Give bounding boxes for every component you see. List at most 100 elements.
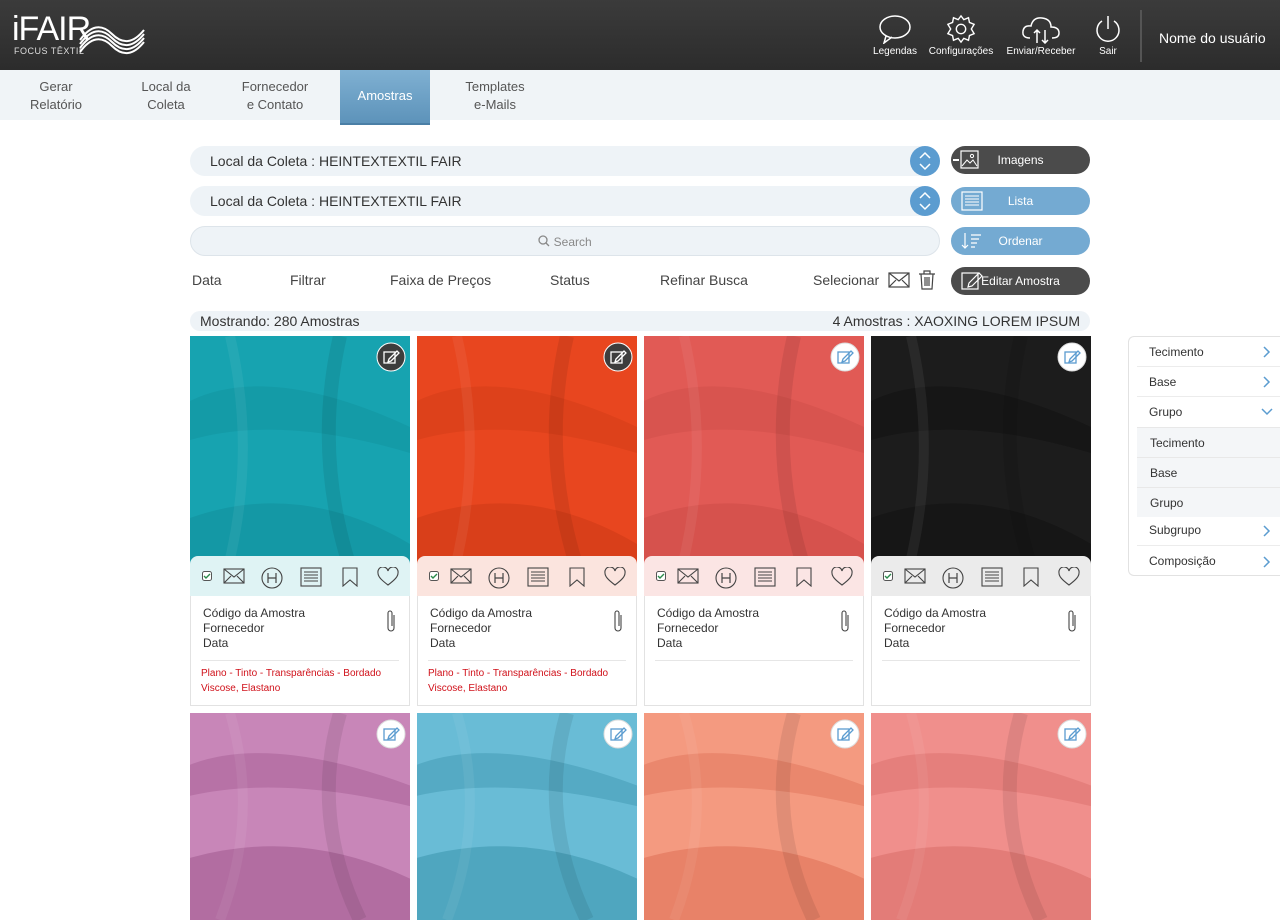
sidebar-item-label: Base — [1149, 375, 1177, 389]
heart-icon[interactable] — [377, 567, 399, 587]
sidebar-item-subgrupo[interactable]: Subgrupo — [1149, 523, 1201, 537]
enviar-receber-button[interactable]: Enviar/Receber — [1004, 14, 1078, 64]
edit-sample-icon[interactable] — [1057, 719, 1087, 749]
power-icon — [1096, 16, 1120, 42]
checkbox-checked-icon[interactable] — [202, 571, 212, 581]
header-divider — [1140, 10, 1142, 62]
sample-action-bar — [644, 556, 864, 596]
sample-tags-line1: Plano - Tinto - Transparências - Bordado — [201, 668, 382, 679]
list-icon[interactable] — [300, 567, 322, 587]
tab-local-da-coleta[interactable]: Local da Coleta — [126, 70, 206, 120]
sidebar-subitem-tecimento[interactable]: Tecimento — [1137, 427, 1280, 457]
sample-card[interactable]: Código da Amostra Fornecedor Data — [871, 336, 1091, 706]
tab-fornecedor-contato[interactable]: Fornecedor e Contato — [232, 70, 318, 120]
paperclip-icon[interactable] — [1066, 608, 1078, 634]
chevron-down-icon[interactable] — [1260, 407, 1274, 417]
heart-icon[interactable] — [1058, 567, 1080, 587]
tab-amostras[interactable]: Amostras — [340, 70, 430, 125]
local-coleta-select-2[interactable]: Local da Coleta : HEINTEXTEXTIL FAIR — [190, 186, 940, 216]
edit-sample-icon[interactable] — [376, 342, 406, 372]
user-name[interactable]: Nome do usuário — [1159, 30, 1266, 46]
sample-card[interactable]: Código da Amostra Fornecedor Data — [644, 336, 864, 706]
configuracoes-label: Configurações — [928, 46, 994, 57]
lista-button[interactable]: Lista — [951, 187, 1090, 215]
ifair-logo[interactable]: iFAIR FOCUS TÊXTIL — [12, 12, 152, 60]
bookmark-icon[interactable] — [567, 567, 587, 587]
edit-sample-icon[interactable] — [830, 719, 860, 749]
list-icon[interactable] — [981, 567, 1003, 587]
image-gallery-icon — [953, 150, 979, 169]
bookmark-icon[interactable] — [1021, 567, 1041, 587]
envelope-icon[interactable] — [677, 567, 699, 585]
local-coleta-select-1[interactable]: Local da Coleta : HEINTEXTEXTIL FAIR — [190, 146, 940, 176]
sample-details: Código da Amostra Fornecedor Data — [871, 596, 1091, 706]
sample-card[interactable] — [190, 713, 410, 920]
sample-card[interactable] — [871, 713, 1091, 920]
h-circle-icon[interactable] — [261, 567, 283, 589]
sample-code: Código da Amostra — [430, 606, 533, 620]
editar-amostra-button[interactable]: Editar Amostra — [951, 267, 1090, 295]
sidebar-subitem-base[interactable]: Base — [1137, 457, 1280, 487]
filter-filtrar[interactable]: Filtrar — [290, 272, 326, 288]
edit-sample-icon[interactable] — [603, 342, 633, 372]
sidebar-item-base[interactable]: Base — [1149, 375, 1176, 389]
enviar-receber-label: Enviar/Receber — [1006, 46, 1076, 57]
search-input[interactable]: Search — [190, 226, 940, 256]
configuracoes-button[interactable]: Configurações — [926, 14, 996, 64]
list-icon[interactable] — [754, 567, 776, 587]
sidebar-subitem-grupo[interactable]: Grupo — [1137, 487, 1280, 517]
tab-templates-emails[interactable]: Templates e-Mails — [455, 70, 535, 120]
sidebar-item-composicao[interactable]: Composição — [1149, 554, 1216, 568]
checkbox-checked-icon[interactable] — [656, 571, 666, 581]
imagens-button[interactable]: Imagens — [951, 146, 1090, 174]
paperclip-icon[interactable] — [385, 608, 397, 634]
list-icon — [961, 191, 983, 211]
filter-selecionar[interactable]: Selecionar — [813, 272, 879, 288]
paperclip-icon[interactable] — [612, 608, 624, 634]
sample-card[interactable]: Código da Amostra Fornecedor Data Plano … — [417, 336, 637, 706]
envelope-icon[interactable] — [904, 567, 926, 585]
h-circle-icon[interactable] — [715, 567, 737, 589]
updown-chevron-icon[interactable] — [910, 186, 940, 216]
updown-chevron-icon[interactable] — [910, 146, 940, 176]
tab-gerar-relatorio[interactable]: Gerar Relatório — [16, 70, 96, 120]
chevron-right-icon[interactable] — [1262, 375, 1272, 389]
sample-card[interactable] — [417, 713, 637, 920]
wave-logo-icon — [79, 26, 145, 54]
legendas-button[interactable]: Legendas — [870, 14, 920, 64]
filter-faixa-precos[interactable]: Faixa de Preços — [390, 272, 491, 288]
sidebar-item-grupo[interactable]: Grupo — [1149, 405, 1182, 419]
filter-refinar-busca[interactable]: Refinar Busca — [660, 272, 748, 288]
sample-details: Código da Amostra Fornecedor Data Plano … — [190, 596, 410, 706]
sample-code: Código da Amostra — [657, 606, 760, 620]
heart-icon[interactable] — [604, 567, 626, 587]
filter-status[interactable]: Status — [550, 272, 590, 288]
list-icon[interactable] — [527, 567, 549, 587]
sample-card[interactable]: Código da Amostra Fornecedor Data Plano … — [190, 336, 410, 706]
envelope-icon[interactable] — [223, 567, 245, 585]
trash-icon[interactable] — [918, 270, 936, 290]
edit-sample-icon[interactable] — [1057, 342, 1087, 372]
envelope-icon[interactable] — [888, 271, 910, 289]
sample-date: Data — [884, 636, 910, 650]
ordenar-button[interactable]: Ordenar — [951, 227, 1090, 255]
h-circle-icon[interactable] — [942, 567, 964, 589]
bookmark-icon[interactable] — [340, 567, 360, 587]
heart-icon[interactable] — [831, 567, 853, 587]
sidebar-item-tecimento[interactable]: Tecimento — [1149, 345, 1204, 359]
checkbox-checked-icon[interactable] — [883, 571, 893, 581]
filter-data[interactable]: Data — [192, 272, 222, 288]
checkbox-checked-icon[interactable] — [429, 571, 439, 581]
sample-card[interactable] — [644, 713, 864, 920]
sair-button[interactable]: Sair — [1090, 14, 1126, 64]
paperclip-icon[interactable] — [839, 608, 851, 634]
bookmark-icon[interactable] — [794, 567, 814, 587]
envelope-icon[interactable] — [450, 567, 472, 585]
edit-sample-icon[interactable] — [830, 342, 860, 372]
h-circle-icon[interactable] — [488, 567, 510, 589]
edit-sample-icon[interactable] — [603, 719, 633, 749]
chevron-right-icon[interactable] — [1262, 345, 1272, 359]
edit-sample-icon[interactable] — [376, 719, 406, 749]
chevron-right-icon[interactable] — [1262, 555, 1272, 569]
chevron-right-icon[interactable] — [1262, 524, 1272, 538]
